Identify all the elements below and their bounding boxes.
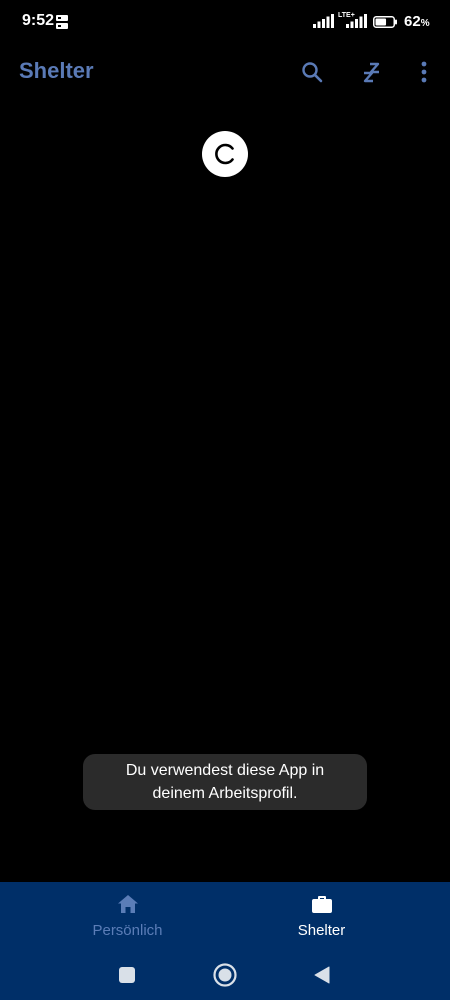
battery-icon — [373, 16, 397, 28]
more-options-button[interactable] — [410, 58, 438, 86]
search-icon — [302, 62, 323, 83]
more-vert-icon — [421, 61, 427, 83]
status-bar: 9:52 LTE+ 62% — [0, 0, 450, 44]
loading-spinner-icon — [215, 143, 234, 165]
app-bar: Shelter — [0, 48, 450, 98]
back-button[interactable] — [309, 962, 335, 988]
battery-percent-unit: % — [420, 18, 430, 29]
system-navigation-bar — [0, 954, 450, 1000]
briefcase-icon — [311, 896, 332, 913]
loading-spinner — [202, 131, 248, 177]
nav-item-shelter[interactable]: Shelter — [209, 882, 434, 954]
home-circle-icon — [213, 963, 237, 987]
nav-label-shelter: Shelter — [297, 922, 346, 939]
app-title: Shelter — [19, 58, 94, 83]
nav-label-personal: Persönlich — [92, 922, 163, 939]
recents-button[interactable] — [114, 962, 140, 988]
signal-strength-2-icon — [346, 14, 367, 28]
back-triangle-icon — [314, 966, 330, 984]
sim-card-icon — [56, 15, 68, 29]
snooze-button[interactable] — [358, 58, 386, 86]
recents-square-icon — [119, 967, 135, 983]
toast-message: Du verwendest diese App in deinem Arbeit… — [83, 754, 367, 810]
snooze-icon — [363, 62, 380, 83]
search-button[interactable] — [298, 58, 326, 86]
toast-line-2: deinem Arbeitsprofil. — [152, 785, 298, 802]
battery-percent-value: 62 — [404, 13, 421, 30]
home-button[interactable] — [212, 962, 238, 988]
toast-text: Du verwendest diese App in deinem Arbeit… — [110, 759, 340, 805]
status-time: 9:52 — [22, 12, 55, 29]
screen: 9:52 LTE+ 62% Shelter Du verwendest dies… — [0, 0, 450, 1000]
nav-item-personal[interactable]: Persönlich — [15, 882, 240, 954]
battery-percent: 62% — [404, 13, 430, 30]
signal-strength-icon — [313, 14, 334, 28]
toast-line-1: Du verwendest diese App in — [125, 762, 325, 779]
bottom-navigation: Persönlich Shelter — [0, 882, 450, 954]
home-icon — [117, 895, 138, 913]
